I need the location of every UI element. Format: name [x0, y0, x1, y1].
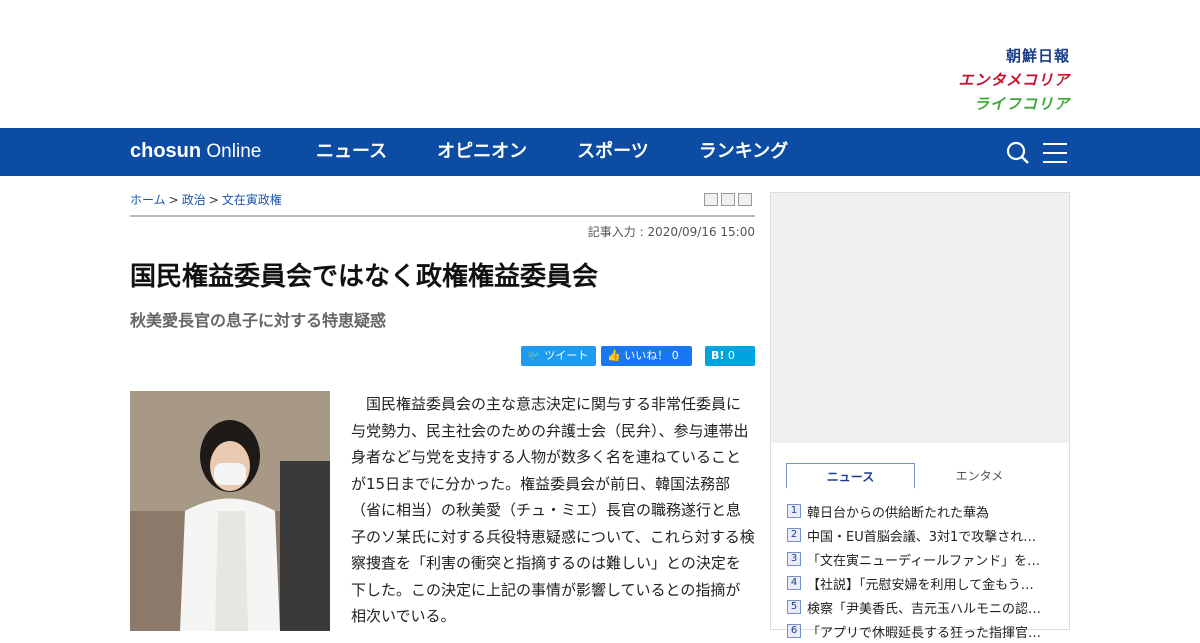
chosun-ilbo-link[interactable]: 朝鮮日報	[930, 44, 1070, 68]
print-icon[interactable]	[704, 193, 718, 206]
list-item[interactable]: 6 「アプリで休暇延長する狂った指揮官…	[787, 619, 1047, 643]
nav-items: ニュース オピニオン スポーツ ランキング	[316, 128, 838, 176]
tab-news[interactable]: ニュース	[786, 463, 915, 489]
divider	[130, 215, 755, 217]
logo-bold: chosun	[130, 140, 202, 162]
article-title: 国民権益委員会ではなく政権権益委員会	[130, 262, 599, 292]
photo-illustration	[130, 391, 330, 631]
news-title: 中国・EU首脳会議、3対1で攻撃され…	[807, 529, 1037, 545]
article-photo	[130, 391, 330, 631]
rank-badge: 6	[787, 624, 801, 638]
article-body: 国民権益委員会の主な意志決定に関与する非常任委員に与党勢力、民主社会のための弁護…	[351, 395, 755, 625]
entame-korea-link[interactable]: エンタメコリア	[930, 68, 1070, 92]
like-count: 0	[671, 349, 679, 362]
nav-item-opinion[interactable]: オピニオン	[437, 128, 527, 176]
breadcrumb: ホーム > 政治 > 文在寅政権	[130, 191, 282, 208]
twitter-icon: 🐦	[527, 349, 541, 362]
sidebar-tabs: ニュース エンタメ	[786, 463, 1044, 489]
breadcrumb-separator: >	[208, 193, 219, 207]
news-title: 検察「尹美香氏、吉元玉ハルモニの認…	[807, 601, 1042, 617]
nav-item-ranking[interactable]: ランキング	[699, 128, 788, 176]
top-header: 朝鮮日報 エンタメコリア ライフコリア	[0, 0, 1200, 128]
partner-brands: 朝鮮日報 エンタメコリア ライフコリア	[930, 44, 1070, 116]
tab-entame[interactable]: エンタメ	[915, 463, 1044, 489]
news-title: 「文在寅ニューディールファンド」を…	[807, 553, 1041, 569]
list-item[interactable]: 4 【社説】「元慰安婦を利用して金もう…	[787, 571, 1047, 595]
nav-item-news[interactable]: ニュース	[316, 128, 387, 176]
ad-placeholder	[771, 193, 1069, 443]
rank-badge: 2	[787, 528, 801, 542]
sidebar: ニュース エンタメ 1 韓日台からの供給断たれた華為 2 中国・EU首脳会議、3対1…	[770, 192, 1070, 641]
search-icon[interactable]	[1006, 141, 1030, 165]
breadcrumb-politics[interactable]: 政治	[182, 193, 206, 207]
thumbs-up-icon: 👍	[607, 349, 621, 362]
hatena-count: 0	[727, 349, 735, 362]
rank-badge: 5	[787, 600, 801, 614]
breadcrumb-home[interactable]: ホーム	[130, 193, 166, 207]
share-buttons: 🐦 ツイート 👍 いいね！ 0 B! 0	[516, 346, 755, 366]
news-title: 【社説】「元慰安婦を利用して金もう…	[807, 577, 1034, 593]
article-date: 記事入力 : 2020/09/16 15:00	[587, 225, 755, 239]
article-tools	[704, 193, 755, 206]
nav-item-sports[interactable]: スポーツ	[577, 128, 649, 176]
tweet-button[interactable]: 🐦 ツイート	[521, 346, 596, 366]
list-item[interactable]: 3 「文在寅ニューディールファンド」を…	[787, 547, 1047, 571]
hatena-icon: B!	[711, 349, 725, 362]
tweet-label: ツイート	[544, 349, 589, 362]
list-item[interactable]: 2 中国・EU首脳会議、3対1で攻撃され…	[787, 523, 1047, 547]
list-item[interactable]: 5 検察「尹美香氏、吉元玉ハルモニの認…	[787, 595, 1047, 619]
main-nav: chosun Online ニュース オピニオン スポーツ ランキング	[0, 128, 1200, 176]
list-icon[interactable]	[721, 193, 735, 206]
like-label: いいね！	[624, 349, 669, 362]
list-item[interactable]: 1 韓日台からの供給断たれた華為	[787, 499, 1047, 523]
hamburger-menu-icon[interactable]	[1043, 142, 1067, 164]
article-subtitle: 秋美愛長官の息子に対する特恵疑惑	[130, 311, 387, 330]
site-logo[interactable]: chosun Online	[130, 140, 261, 163]
breadcrumb-moon-government[interactable]: 文在寅政権	[222, 193, 282, 207]
like-button[interactable]: 👍 いいね！ 0	[601, 346, 692, 366]
rank-badge: 4	[787, 576, 801, 590]
rank-badge: 3	[787, 552, 801, 566]
logo-light: Online	[206, 141, 262, 162]
rank-badge: 1	[787, 504, 801, 518]
hatena-bookmark-button[interactable]: B! 0	[705, 346, 755, 366]
life-korea-link[interactable]: ライフコリア	[930, 92, 1070, 116]
news-list: 1 韓日台からの供給断たれた華為 2 中国・EU首脳会議、3対1で攻撃され… 3 「文…	[787, 499, 1047, 643]
breadcrumb-separator: >	[168, 193, 179, 207]
back-icon[interactable]	[738, 193, 752, 206]
news-title: 韓日台からの供給断たれた華為	[807, 505, 990, 521]
news-title: 「アプリで休暇延長する狂った指揮官…	[807, 625, 1042, 641]
